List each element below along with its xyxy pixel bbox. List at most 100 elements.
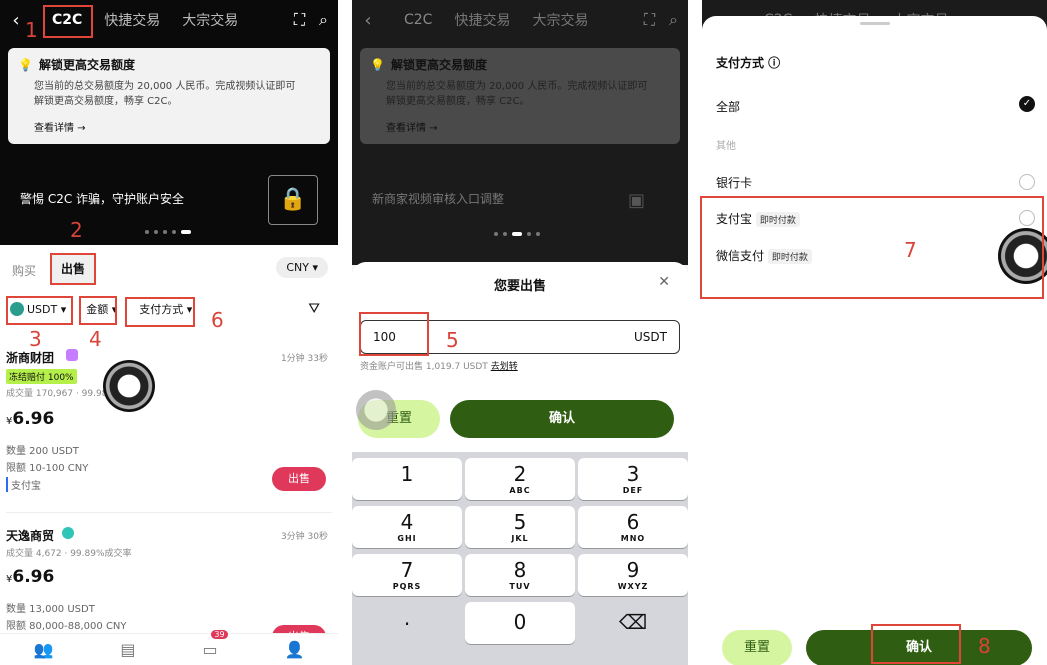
profile-icon[interactable]: 👤: [285, 640, 305, 659]
time-1: 1分钟 33秒: [280, 354, 328, 364]
key-6[interactable]: 6 MNO: [578, 506, 688, 548]
sell-sheet: 您要出售 ✕ 100 USDT 资金账户可出售 1,019.7 USDT 去划转…: [352, 262, 688, 452]
confirm-button[interactable]: 确认: [450, 400, 674, 438]
tab-block-trade[interactable]: 大宗交易: [182, 10, 238, 30]
key-9[interactable]: 9 WXYZ: [578, 554, 688, 596]
limit-notice: 💡 解锁更高交易额度 您当前的总交易额度为 20,000 人民币。完成视频认证即可…: [360, 48, 680, 144]
notice-body-1: 您当前的总交易额度为 20,000 人民币。完成视频认证即可: [34, 81, 296, 92]
vip-badge-icon: [66, 349, 78, 361]
banner-text[interactable]: 新商家视频审核入口调整: [372, 190, 504, 207]
step-label-8: 8: [978, 634, 991, 658]
tab-quick-trade[interactable]: 快捷交易: [104, 10, 160, 30]
bottom-nav: 👥 ▤ ▭ 39 👤: [0, 630, 338, 665]
qty-2: 数量 13,000 USDT: [6, 604, 95, 615]
notice-body-2: 解锁更高交易额度，畅享 C2C。: [386, 96, 530, 107]
pay-1: 支付宝: [6, 477, 41, 492]
filter-icon[interactable]: ⛛: [308, 301, 320, 317]
search-icon[interactable]: ⌕: [319, 10, 328, 30]
highlight-confirm: [871, 624, 961, 664]
merchant-badge-icon: [62, 527, 74, 539]
reset-button[interactable]: 重置: [722, 630, 792, 665]
people-icon[interactable]: 👥: [33, 640, 53, 659]
key-4[interactable]: 4 GHI: [352, 506, 462, 548]
guarantee-badge: 冻结赔付 100%: [6, 369, 77, 384]
carousel-dots: [494, 232, 540, 236]
highlight-amount: [79, 296, 117, 325]
check-icon[interactable]: ✓: [1019, 96, 1035, 112]
search-icon[interactable]: ⌕: [669, 10, 678, 30]
key-3[interactable]: 3 DEF: [578, 458, 688, 500]
key-0[interactable]: 0: [465, 602, 575, 644]
c2c-market-panel: ‹ C2C 快捷交易 大宗交易 ⛶ ⌕ 💡 解锁更高交易额度 您当前的总交易额度为 …: [0, 0, 338, 665]
scan-icon[interactable]: ⛶: [294, 10, 305, 30]
close-icon[interactable]: ✕: [658, 274, 670, 290]
tab-c2c[interactable]: C2C: [404, 12, 432, 28]
highlight-coin: [6, 296, 73, 325]
section-other: 其他: [716, 141, 736, 152]
step-label-4: 4: [89, 327, 102, 351]
notice-details-link[interactable]: 查看详情 →: [370, 119, 670, 134]
buy-tab[interactable]: 购买: [12, 262, 36, 279]
highlight-sell-tab: [50, 253, 96, 285]
stats-2: 成交量 4,672 · 99.89%成交率: [6, 549, 132, 559]
step-label-2: 2: [70, 218, 83, 242]
key-5[interactable]: 5 JKL: [465, 506, 575, 548]
sheet-title: 支付方式 ⓘ: [716, 56, 781, 70]
carousel-dots: [145, 230, 191, 234]
highlight-payment: [125, 297, 195, 327]
touch-indicator: [103, 360, 155, 412]
tab-block-trade[interactable]: 大宗交易: [532, 10, 588, 30]
highlight-amount-input: [359, 312, 429, 356]
notice-details-link[interactable]: 查看详情 →: [18, 119, 320, 134]
key-2[interactable]: 2 ABC: [465, 458, 575, 500]
price-2: ¥6.96: [6, 567, 55, 587]
back-icon[interactable]: ‹: [352, 10, 384, 31]
sell-button-1[interactable]: 出售: [272, 467, 326, 491]
merchant-name-2[interactable]: 天逸商贸: [6, 527, 54, 544]
radio-bank[interactable]: [1019, 174, 1035, 190]
payment-sheet: 支付方式 ⓘ 全部 ✓ 其他 银行卡 支付宝 即时付款 微信支付 即时付款 重置…: [702, 16, 1047, 665]
key-7[interactable]: 7 PQRS: [352, 554, 462, 596]
scan-icon[interactable]: ⛶: [644, 10, 655, 30]
limit-notice: 💡 解锁更高交易额度 您当前的总交易额度为 20,000 人民币。完成视频认证即可…: [8, 48, 330, 144]
video-icon: ▣: [628, 190, 646, 211]
time-2: 3分钟 30秒: [280, 532, 328, 542]
payment-method-panel: ‹ C2C 快捷交易 大宗交易 支付方式 ⓘ 全部 ✓ 其他 银行卡 支付宝 即…: [702, 0, 1047, 665]
available-balance: 资金账户可出售 1,019.7 USDT 去划转: [360, 362, 518, 372]
highlight-c2c: [43, 5, 93, 38]
key-8[interactable]: 8 TUV: [465, 554, 575, 596]
limit-2: 限额 80,000-88,000 CNY: [6, 621, 127, 632]
sheet-title: 您要出售: [493, 279, 546, 294]
notice-body-1: 您当前的总交易额度为 20,000 人民币。完成视频认证即可: [386, 81, 648, 92]
banner-text[interactable]: 警惕 C2C 诈骗，守护账户安全: [20, 190, 184, 207]
option-bank[interactable]: 银行卡: [716, 174, 752, 191]
key-dot[interactable]: .: [352, 602, 462, 644]
unit-label: USDT: [634, 330, 667, 344]
top-nav-dim: ‹ C2C 快捷交易 大宗交易 ⛶ ⌕: [352, 0, 688, 40]
step-label-1: 1: [25, 18, 38, 42]
orders-icon[interactable]: ▤: [120, 640, 135, 659]
touch-indicator: [356, 390, 396, 430]
currency-select[interactable]: CNY ▾: [276, 257, 328, 278]
option-all[interactable]: 全部: [716, 98, 740, 115]
transfer-link[interactable]: 去划转: [491, 362, 518, 372]
limit-1: 限额 10-100 CNY: [6, 463, 89, 474]
highlight-payment-options: [700, 196, 1044, 299]
unread-badge: 39: [211, 630, 228, 639]
step-label-3: 3: [29, 327, 42, 351]
tab-quick-trade[interactable]: 快捷交易: [454, 10, 510, 30]
key-1[interactable]: 1: [352, 458, 462, 500]
drag-handle[interactable]: [859, 22, 890, 25]
step-label-7: 7: [904, 238, 917, 262]
shield-lock-icon: 🔒: [268, 175, 318, 225]
notice-title: 解锁更高交易额度: [38, 58, 135, 72]
stats-1: 成交量 170,967 · 99.98: [6, 389, 108, 399]
notice-body-2: 解锁更高交易额度，畅享 C2C。: [34, 96, 178, 107]
divider: [6, 512, 332, 513]
price-1: ¥6.96: [6, 409, 55, 429]
chat-icon[interactable]: ▭ 39: [202, 630, 228, 659]
backspace-icon[interactable]: ⌫: [578, 602, 688, 644]
qty-1: 数量 200 USDT: [6, 446, 79, 457]
lightbulb-icon: 💡: [370, 57, 385, 72]
merchant-name-1[interactable]: 浙商财团: [6, 349, 54, 366]
